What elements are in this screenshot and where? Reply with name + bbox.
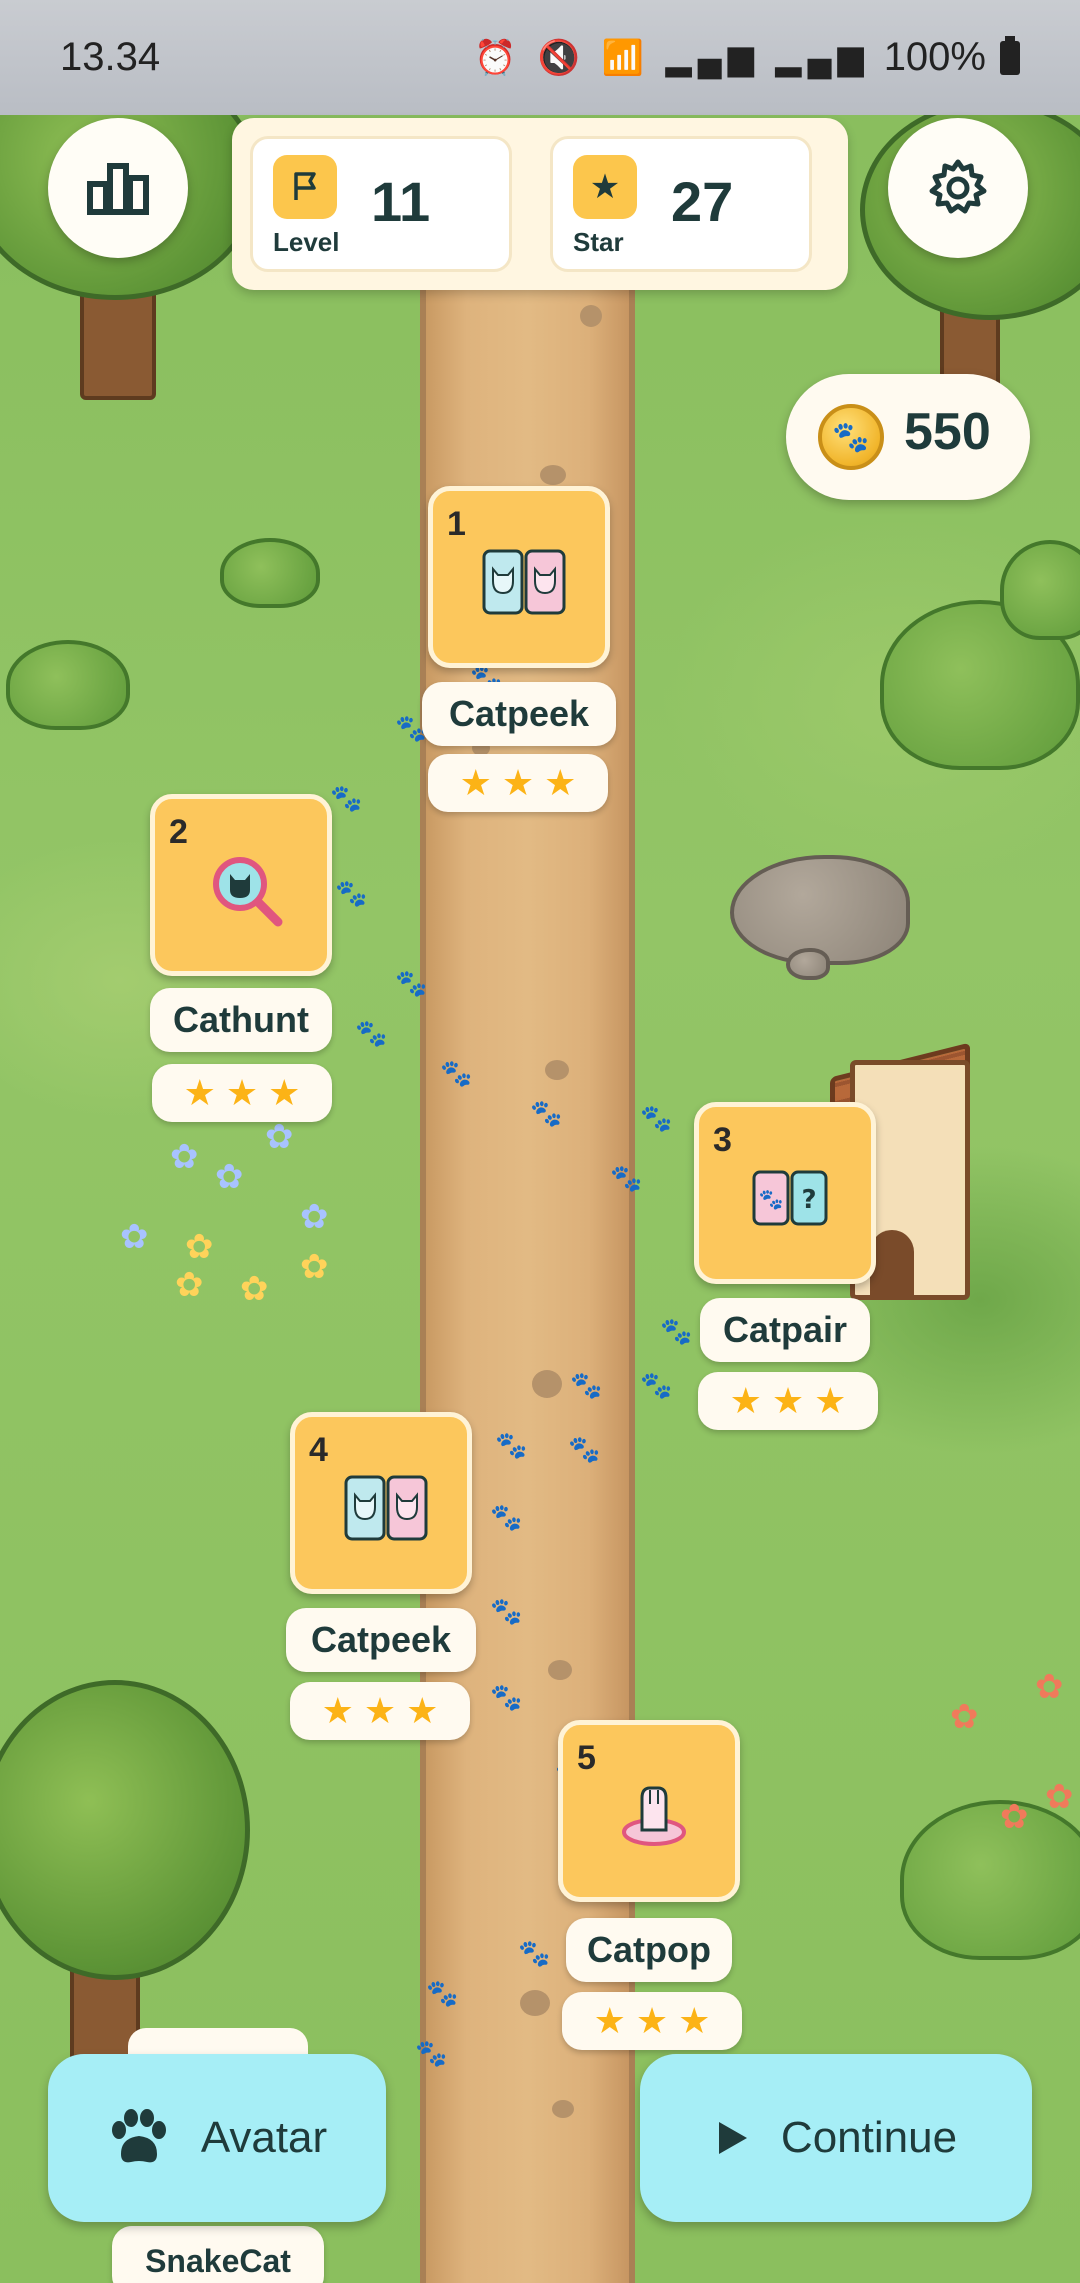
- level-stars-5: ★ ★ ★: [562, 1992, 742, 2050]
- star-icon: ★: [268, 1072, 301, 1113]
- level-node-4[interactable]: 4: [290, 1412, 472, 1594]
- level-node-2[interactable]: 2: [150, 794, 332, 976]
- flag-icon: [273, 155, 337, 219]
- star-icon: ★: [771, 1380, 805, 1421]
- star-icon: ★: [225, 1072, 259, 1113]
- button-press-icon: [609, 1771, 699, 1861]
- coin-icon: 🐾: [818, 404, 884, 470]
- level-name: Catpair: [700, 1298, 870, 1362]
- star-icon: ★: [593, 2000, 626, 2041]
- level-stars-1: ★ ★ ★: [428, 754, 608, 812]
- level-number: 5: [577, 1739, 596, 1777]
- star-icon: ★: [635, 2000, 669, 2041]
- avatar-label: Avatar: [200, 2113, 328, 2162]
- play-icon: [718, 2122, 747, 2154]
- leaderboard-icon: [87, 163, 149, 215]
- level-number: 3: [713, 1121, 732, 1159]
- continue-button[interactable]: Continue: [640, 2054, 1032, 2222]
- star-icon: ★: [573, 155, 637, 219]
- level-card: Level 11: [250, 136, 512, 272]
- level-name: Cathunt: [150, 988, 332, 1052]
- status-icons: ⏰ 🔇 📶 ▂▄▆ ▂▄▆: [474, 38, 870, 77]
- level-caption: Level: [273, 227, 340, 257]
- gear-icon: [929, 159, 987, 214]
- status-bar: 13.34 ⏰ 🔇 📶 ▂▄▆ ▂▄▆ 100%: [0, 0, 1080, 115]
- star-icon: ★: [363, 1690, 397, 1731]
- map-background: ✿ ✿ ✿ ✿ ✿ ✿ ✿ ✿ ✿ ✿ ✿ ✿ ✿ 🐾 🐾 🐾 🐾 🐾 🐾 🐾 …: [0, 0, 1080, 2283]
- level-stars-3: ★ ★ ★: [698, 1372, 878, 1430]
- paw-icon: [111, 2109, 166, 2163]
- status-time: 13.34: [60, 35, 161, 79]
- settings-button[interactable]: [888, 118, 1028, 258]
- star-icon: ★: [544, 762, 577, 803]
- level-value: 11: [371, 170, 431, 233]
- level-name: Catpop: [566, 1918, 732, 1982]
- star-icon: ★: [729, 1380, 762, 1421]
- star-card: ★ Star 27: [550, 136, 812, 272]
- level-number: 1: [447, 505, 466, 543]
- coin-value: 550: [904, 403, 991, 461]
- star-icon: ★: [814, 1380, 847, 1421]
- star-value: 27: [671, 170, 734, 233]
- stats-panel: Level 11 ★ Star 27: [232, 118, 848, 290]
- level-name-partial: SnakeCat: [112, 2226, 324, 2283]
- level-stars-2: ★ ★ ★: [152, 1064, 332, 1122]
- cat-cards-icon: [341, 1463, 431, 1553]
- coin-balance: 🐾 550: [786, 374, 1030, 500]
- magnifier-cat-icon: [201, 845, 291, 935]
- avatar-button[interactable]: Avatar: [48, 2054, 386, 2222]
- star-icon: ★: [678, 2000, 711, 2041]
- leaderboard-button[interactable]: [48, 118, 188, 258]
- svg-text:?: ?: [801, 1185, 816, 1215]
- paw-question-cards-icon: 🐾 ?: [745, 1153, 835, 1243]
- level-name: Catpeek: [286, 1608, 476, 1672]
- star-icon: ★: [459, 762, 492, 803]
- level-number: 4: [309, 1431, 328, 1469]
- continue-label: Continue: [780, 2113, 958, 2162]
- star-icon: ★: [183, 1072, 216, 1113]
- level-name: Catpeek: [422, 682, 616, 746]
- level-number: 2: [169, 813, 188, 851]
- star-caption: Star: [573, 227, 624, 257]
- svg-text:🐾: 🐾: [759, 1187, 784, 1211]
- level-node-3[interactable]: 3 🐾 ?: [694, 1102, 876, 1284]
- star-icon: ★: [501, 762, 535, 803]
- level-node-5[interactable]: 5: [558, 1720, 740, 1902]
- battery-icon: [1000, 35, 1020, 75]
- star-icon: ★: [321, 1690, 354, 1731]
- battery-percent: 100%: [883, 35, 986, 79]
- level-stars-4: ★ ★ ★: [290, 1682, 470, 1740]
- level-node-1[interactable]: 1: [428, 486, 610, 668]
- star-icon: ★: [406, 1690, 439, 1731]
- cat-cards-icon: [479, 537, 569, 627]
